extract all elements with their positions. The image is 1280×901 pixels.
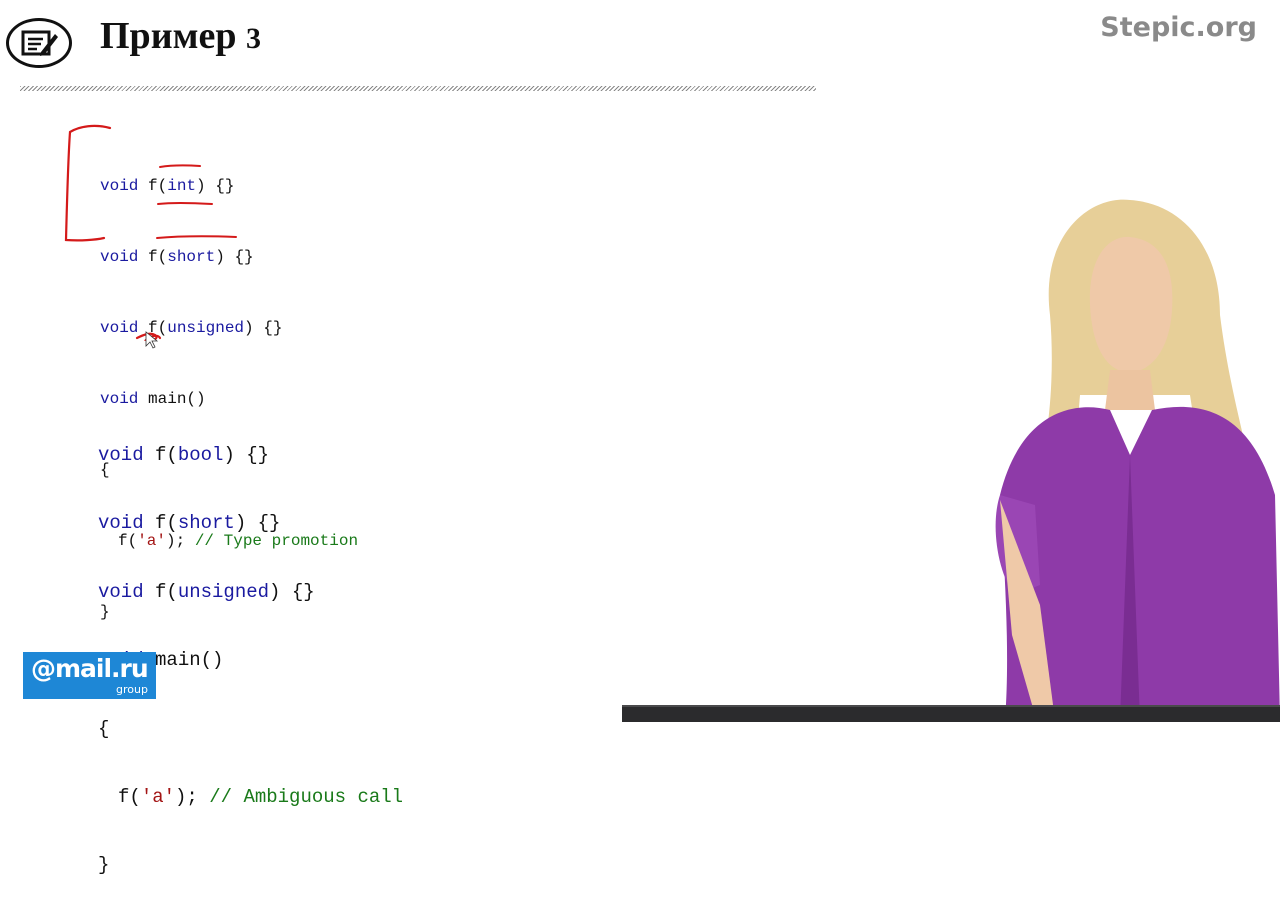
code-text: f( [143,512,178,535]
divider [20,86,816,91]
brand-watermark: Stepic.org [1100,12,1257,43]
logo-sub-text: group [116,683,148,696]
code-block-ambiguous: void f(bool) {} void f(short) {} void f(… [98,400,403,901]
code-type: unsigned [167,319,245,337]
code-type: short [177,512,235,535]
code-text: } [98,854,110,877]
code-keyword: void [100,319,139,337]
code-text: ) {} [234,512,281,535]
code-line: void f(unsigned) {} [100,318,358,353]
code-text: f( [143,580,178,603]
code-text: ); [175,785,198,808]
code-text: ) {} [269,580,315,603]
code-string: 'a' [140,785,176,808]
presenter-video [995,199,1280,720]
edit-note-icon [6,18,72,68]
code-text: ) {} [244,319,283,337]
laptop-edge [622,705,1280,722]
code-text: f( [118,785,141,808]
code-text: ) {} [223,444,270,466]
mail-ru-group-logo: @mail.ru group [23,652,156,699]
code-text: ) {} [215,248,254,266]
code-type: bool [177,444,224,466]
code-keyword: void [100,177,139,195]
code-comment: // Ambiguous call [197,785,404,808]
code-line: { [98,718,403,742]
page-title: Пример 3 [100,14,261,58]
code-text: { [98,717,110,740]
code-text: f( [138,177,168,195]
code-keyword: void [100,248,139,266]
code-type: int [167,177,197,195]
title-number: 3 [245,22,261,55]
code-line: } [98,854,403,878]
code-text: f( [143,444,178,466]
code-keyword: void [98,580,144,603]
code-line: void f(short) {} [98,512,403,536]
code-text: ) {} [196,177,235,195]
code-line: void f(unsigned) {} [98,581,403,605]
title-text: Пример [100,15,237,57]
code-type: unsigned [177,580,270,603]
code-keyword: void [98,512,144,535]
code-text: f( [138,248,168,266]
code-line: void f(short) {} [100,247,358,282]
code-text: f( [138,319,168,337]
code-type: short [167,248,216,266]
code-line: void f(int) {} [100,176,358,211]
code-keyword: void [98,444,144,466]
code-line: void f(bool) {} [98,444,403,468]
logo-main-text: @mail.ru [31,654,149,683]
code-line: f('a'); // Ambiguous call [98,786,403,810]
